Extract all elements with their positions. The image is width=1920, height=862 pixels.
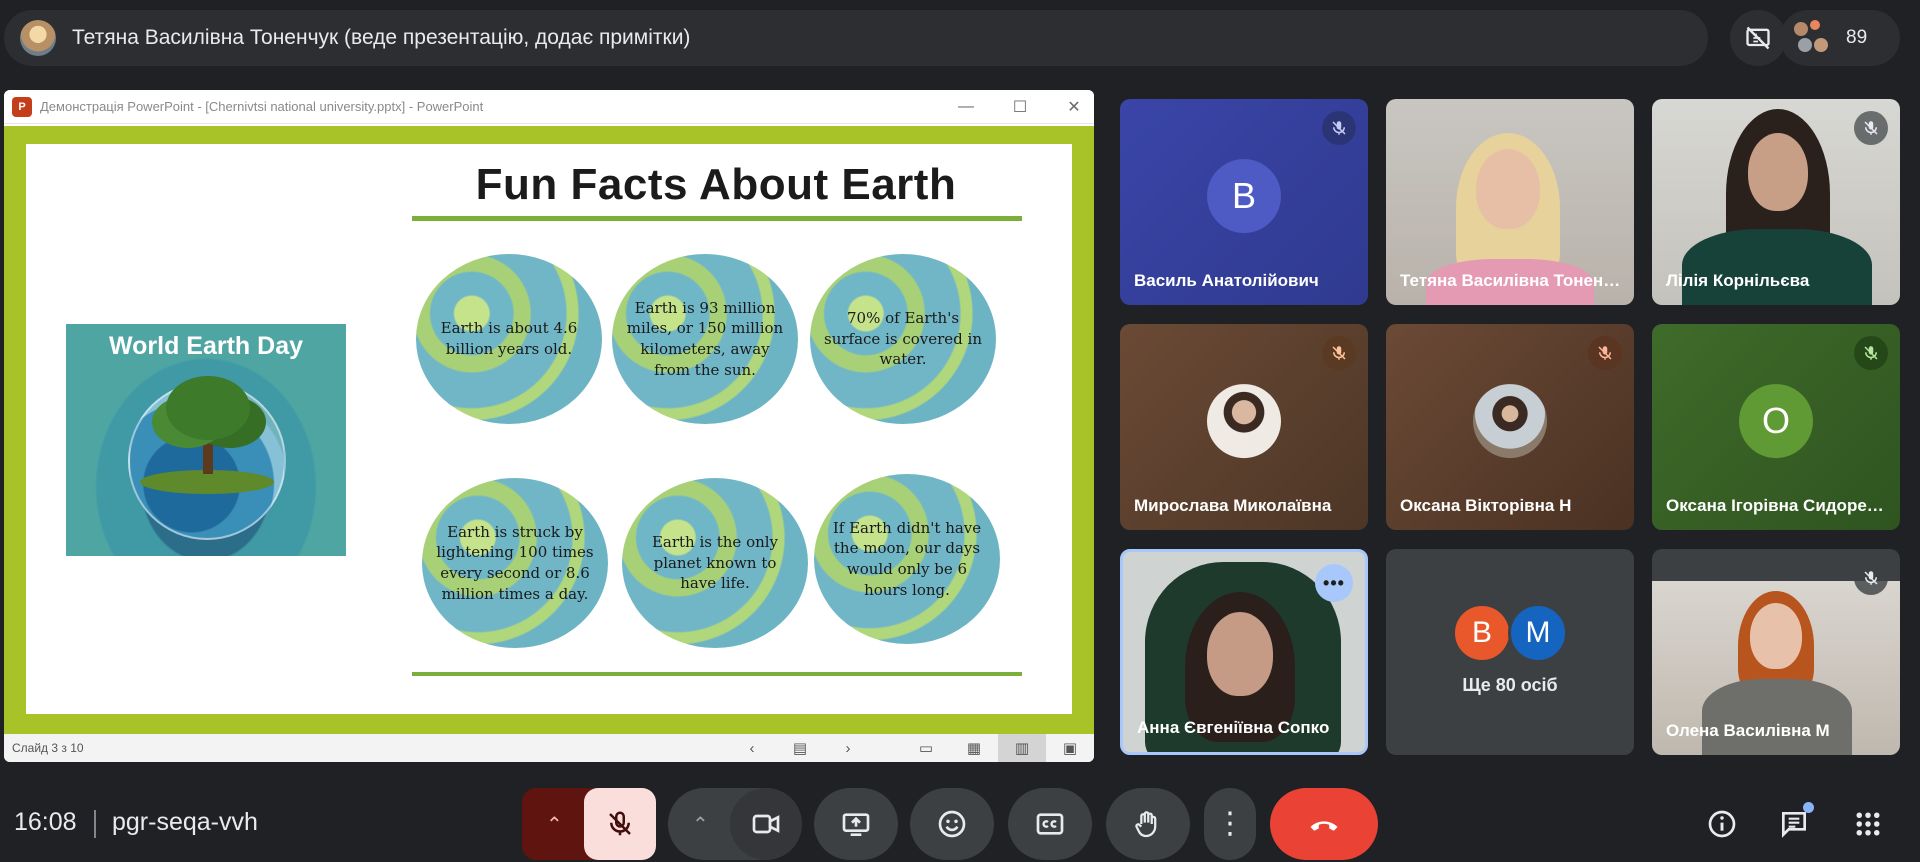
more-participants-tile[interactable]: В M Ще 80 осіб [1386, 549, 1634, 755]
presenter-avatar [20, 20, 56, 56]
chevron-up-icon: ⌃ [546, 813, 563, 836]
microphone-button[interactable] [584, 788, 656, 860]
participant-tile[interactable]: В Василь Анатолійович [1120, 99, 1368, 305]
maximize-icon[interactable]: ☐ [1010, 97, 1030, 117]
captions-button[interactable] [1008, 788, 1092, 860]
slide-number: Слайд 3 з 10 [12, 741, 84, 755]
meeting-code: pgr-seqa-vvh [112, 808, 258, 836]
image-caption: World Earth Day [108, 332, 304, 360]
presenter-banner: Тетяна Василівна Тоненчук (веде презента… [4, 10, 1708, 66]
participant-tile[interactable]: Оксана Вікторівна Н [1386, 324, 1634, 530]
more-vert-icon: ⋮ [1215, 807, 1245, 840]
mic-off-icon [609, 811, 631, 836]
avatar: В [1207, 159, 1281, 234]
participant-tile[interactable]: Лілія Корнільєва [1652, 99, 1900, 305]
activities-button[interactable] [1846, 802, 1890, 846]
participant-name: Оксана Ігорівна Сидоренко [1666, 496, 1890, 515]
participant-tile[interactable]: Тетяна Василівна Тоненчук [1386, 99, 1634, 305]
participant-tile[interactable]: Мирослава Миколаївна [1120, 324, 1368, 530]
fact-circle: Earth is 93 million miles, or 150 millio… [612, 254, 798, 424]
participant-tile-active[interactable]: ••• Анна Євгеніївна Сопко [1120, 549, 1368, 755]
fact-circle: If Earth didn't have the moon, our days … [814, 474, 1000, 644]
ppt-status-bar: Слайд 3 з 10 ‹ ▤ › ▭ ▦ ▥ ▣ [4, 734, 1094, 762]
slideshow-icon[interactable]: ▣ [1046, 734, 1094, 762]
participant-tile[interactable]: О Оксана Ігорівна Сидоренко [1652, 324, 1900, 530]
present-screen-icon [842, 813, 870, 836]
closed-captions-icon [1036, 813, 1064, 835]
world-earth-day-image: World Earth Day [66, 324, 346, 556]
more-participants-label: Ще 80 осіб [1462, 675, 1558, 695]
end-call-icon [1310, 821, 1338, 831]
participant-name: Олена Василівна М [1666, 721, 1830, 740]
bottom-rule [412, 672, 1022, 676]
more-options-button[interactable]: ••• [1315, 564, 1353, 602]
chevron-up-icon: ⌃ [692, 813, 709, 836]
leave-call-button[interactable] [1270, 788, 1378, 860]
video-camera-icon [752, 814, 780, 834]
mic-off-icon [1854, 561, 1888, 595]
participant-name: Анна Євгеніївна Сопко [1137, 718, 1330, 737]
meeting-time: 16:08 [14, 808, 77, 836]
slide-area: Fun Facts About Earth World Earth Day Ea… [4, 126, 1094, 734]
info-icon [1708, 810, 1736, 838]
chat-button[interactable] [1772, 802, 1816, 846]
slide-title: Fun Facts About Earth [475, 160, 957, 209]
slide-menu-icon[interactable]: ▤ [776, 734, 824, 762]
emoji-icon [938, 810, 966, 838]
screen-share-off-icon [1746, 26, 1770, 50]
participant-name: Оксана Вікторівна Н [1400, 496, 1572, 515]
meeting-details-button[interactable] [1700, 802, 1744, 846]
presenter-title: Тетяна Василівна Тоненчук (веде презента… [72, 26, 691, 49]
camera-button[interactable] [730, 788, 802, 860]
fact-circle: Earth is struck by lightening 100 times … [422, 478, 608, 648]
powerpoint-icon: P [12, 96, 32, 117]
fact-circle: Earth is about 4.6 billion years old. [416, 254, 602, 424]
mic-off-icon [1588, 336, 1622, 370]
participants-button[interactable]: 89 [1780, 10, 1900, 66]
slide: Fun Facts About Earth World Earth Day Ea… [26, 144, 1072, 714]
mic-off-icon [1322, 336, 1356, 370]
avatar: О [1739, 384, 1813, 459]
previous-slide-icon[interactable]: ‹ [728, 734, 776, 762]
reactions-button[interactable] [910, 788, 994, 860]
tree-icon [166, 376, 250, 440]
mic-off-icon [1854, 336, 1888, 370]
close-icon[interactable]: ✕ [1064, 97, 1084, 117]
avatar [1473, 384, 1547, 459]
presentation-window: P Демонстрація PowerPoint - [Chernivtsi … [4, 90, 1094, 762]
slide-sorter-icon[interactable]: ▦ [950, 734, 998, 762]
participant-name: Лілія Корнільєва [1666, 271, 1810, 290]
hide-presentation-button[interactable] [1730, 10, 1786, 66]
more-options-button[interactable]: ⋮ [1204, 788, 1256, 860]
apps-grid-icon [1856, 812, 1880, 836]
avatar: M [1508, 603, 1568, 663]
participant-count: 89 [1846, 27, 1868, 48]
ppt-titlebar: P Демонстрація PowerPoint - [Chernivtsi … [4, 90, 1094, 124]
next-slide-icon[interactable]: › [824, 734, 872, 762]
avatar [1207, 384, 1281, 459]
ppt-window-title: Демонстрація PowerPoint - [Chernivtsi na… [40, 99, 484, 114]
present-screen-button[interactable] [814, 788, 898, 860]
raise-hand-icon [1135, 811, 1157, 838]
notification-dot [1803, 802, 1814, 813]
raise-hand-button[interactable] [1106, 788, 1190, 860]
avatar: В [1452, 603, 1512, 663]
participant-name: Тетяна Василівна Тоненчук [1400, 271, 1624, 290]
fact-circle: Earth is the only planet known to have l… [622, 478, 808, 648]
mic-off-icon [1854, 111, 1888, 145]
participant-name: Мирослава Миколаївна [1134, 496, 1332, 515]
title-underline [412, 216, 1022, 221]
mic-off-icon [1322, 111, 1356, 145]
participants-avatars-icon [1792, 20, 1832, 56]
participant-name: Василь Анатолійович [1134, 271, 1319, 290]
minimize-icon[interactable]: — [956, 98, 976, 116]
fact-circle: 70% of Earth's surface is covered in wat… [810, 254, 996, 424]
participant-tile[interactable]: Олена Василівна М [1652, 549, 1900, 755]
reading-view-icon[interactable]: ▥ [998, 734, 1046, 762]
normal-view-icon[interactable]: ▭ [902, 734, 950, 762]
chat-icon [1782, 812, 1806, 838]
